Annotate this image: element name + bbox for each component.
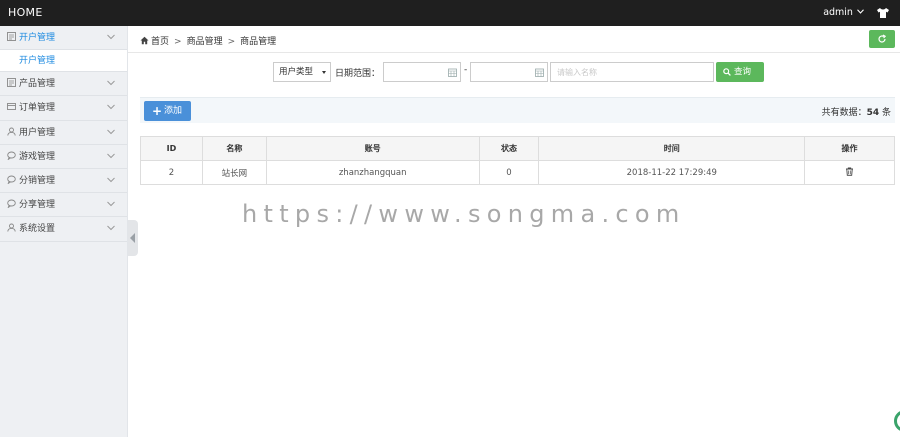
add-button-label: 添加: [164, 106, 183, 116]
sidebar-subitem-account-opening[interactable]: 开户管理: [0, 50, 127, 73]
date-start-input[interactable]: [383, 62, 461, 82]
cell-status: 0: [478, 160, 540, 185]
breadcrumb-separator: >: [227, 37, 236, 47]
sidebar-item-label: 用户管理: [19, 127, 56, 138]
cell-account: zhanzhangquan: [265, 160, 480, 185]
skin-tshirt-icon[interactable]: [876, 6, 890, 20]
date-range-label: 日期范围：: [335, 69, 381, 79]
column-header-id: ID: [140, 136, 203, 161]
list-icon: [7, 78, 16, 88]
sidebar-item-account-opening[interactable]: 开户管理: [0, 26, 127, 51]
chevron-down-icon: [107, 201, 115, 207]
sidebar-item-games[interactable]: 游戏管理: [0, 145, 127, 169]
sidebar-item-label: 分享管理: [19, 200, 56, 211]
user-name: admin: [823, 7, 853, 18]
calendar-icon: [535, 68, 544, 77]
chevron-down-icon: [107, 225, 115, 231]
cell-name: 站长网: [201, 160, 267, 185]
breadcrumb-separator: >: [174, 37, 182, 47]
sidebar-item-label: 分销管理: [19, 175, 56, 186]
chevron-down-icon: [107, 105, 115, 110]
plus-icon: +: [152, 104, 163, 118]
chevron-down-icon: [107, 177, 115, 183]
user-menu[interactable]: admin: [823, 7, 864, 18]
sidebar-item-label: 产品管理: [19, 79, 56, 90]
sidebar-item-users[interactable]: 用户管理: [0, 121, 127, 145]
cell-id: 2: [140, 160, 203, 185]
breadcrumb-level2: 商品管理: [240, 37, 277, 47]
table-toolbar: + 添加 共有数据：54 条: [140, 97, 895, 123]
search-button[interactable]: 查询: [716, 62, 764, 82]
caret-down-icon: [322, 71, 326, 74]
refresh-icon: [878, 34, 887, 43]
sidebar-item-distribution[interactable]: 分销管理: [0, 169, 127, 194]
sidebar-item-orders[interactable]: 订单管理: [0, 96, 127, 121]
column-header-time: 时间: [538, 136, 806, 161]
chat-icon: [7, 199, 16, 209]
table-row: 2 站长网 zhanzhangquan 0 2018-11-22 17:29:4…: [140, 160, 895, 185]
column-header-actions: 操作: [804, 136, 895, 161]
calendar-icon: [448, 68, 457, 77]
main-content: 首页 > 商品管理 > 商品管理 用户类型 日期范围： - 查询 + 添加 共有数据：5…: [128, 26, 900, 437]
refresh-button[interactable]: [869, 30, 895, 48]
chevron-down-icon: [107, 129, 115, 134]
list-icon: [7, 32, 16, 41]
total-prefix: 共有数据：: [821, 108, 867, 118]
total-number: 54: [866, 108, 880, 118]
chat-icon: [7, 175, 16, 184]
user-icon: [7, 127, 16, 136]
chevron-down-icon: [107, 80, 115, 86]
column-header-account: 账号: [265, 136, 480, 161]
user-type-select[interactable]: 用户类型: [273, 62, 331, 82]
total-count: 共有数据：54 条: [822, 105, 891, 118]
breadcrumb-divider: [128, 52, 900, 53]
table-header-row: ID 名称 账号 状态 时间 操作: [140, 136, 895, 161]
breadcrumb-home[interactable]: 首页: [151, 37, 169, 47]
sidebar-item-settings[interactable]: 系统设置: [0, 217, 127, 242]
chevron-down-icon: [107, 34, 115, 40]
top-bar: HOME admin: [0, 0, 900, 26]
chevron-down-icon: [107, 153, 115, 158]
sidebar-item-label: 订单管理: [19, 103, 56, 114]
trash-icon[interactable]: [845, 167, 854, 176]
cell-time: 2018-11-22 17:29:49: [538, 160, 806, 185]
brand-home-link[interactable]: HOME: [8, 6, 43, 19]
data-table: ID 名称 账号 状态 时间 操作 2 站长网 zhanzhangquan 0 …: [140, 136, 895, 185]
home-icon: [140, 36, 149, 45]
search-button-label: 查询: [734, 67, 752, 77]
sidebar-item-label: 开户管理: [19, 33, 56, 43]
date-end-input[interactable]: [470, 62, 548, 82]
breadcrumb-level1[interactable]: 商品管理: [187, 37, 223, 47]
chevron-down-icon: [857, 9, 864, 14]
name-search-input[interactable]: [550, 62, 714, 82]
watermark-text: https://www.songma.com: [242, 200, 686, 228]
card-icon: [7, 103, 16, 111]
sidebar: 开户管理 开户管理 产品管理 订单管理 用户管理 游戏管理 分销管理 分享管理 …: [0, 26, 128, 437]
cell-actions: [804, 160, 895, 185]
search-icon: [723, 68, 731, 76]
sidebar-item-label: 游戏管理: [19, 151, 56, 162]
date-range-dash: -: [464, 65, 468, 75]
total-suffix: 条: [881, 108, 891, 118]
sidebar-item-label: 系统设置: [19, 224, 56, 235]
sidebar-item-products[interactable]: 产品管理: [0, 72, 127, 97]
column-header-status: 状态: [478, 136, 540, 161]
user-type-select-value: 用户类型: [279, 67, 314, 77]
chat-icon: [7, 151, 16, 160]
add-button[interactable]: + 添加: [144, 101, 191, 121]
sidebar-item-sharing[interactable]: 分享管理: [0, 193, 127, 218]
breadcrumb: 首页 > 商品管理 > 商品管理: [140, 34, 276, 47]
user-icon: [7, 223, 16, 232]
column-header-name: 名称: [201, 136, 267, 161]
